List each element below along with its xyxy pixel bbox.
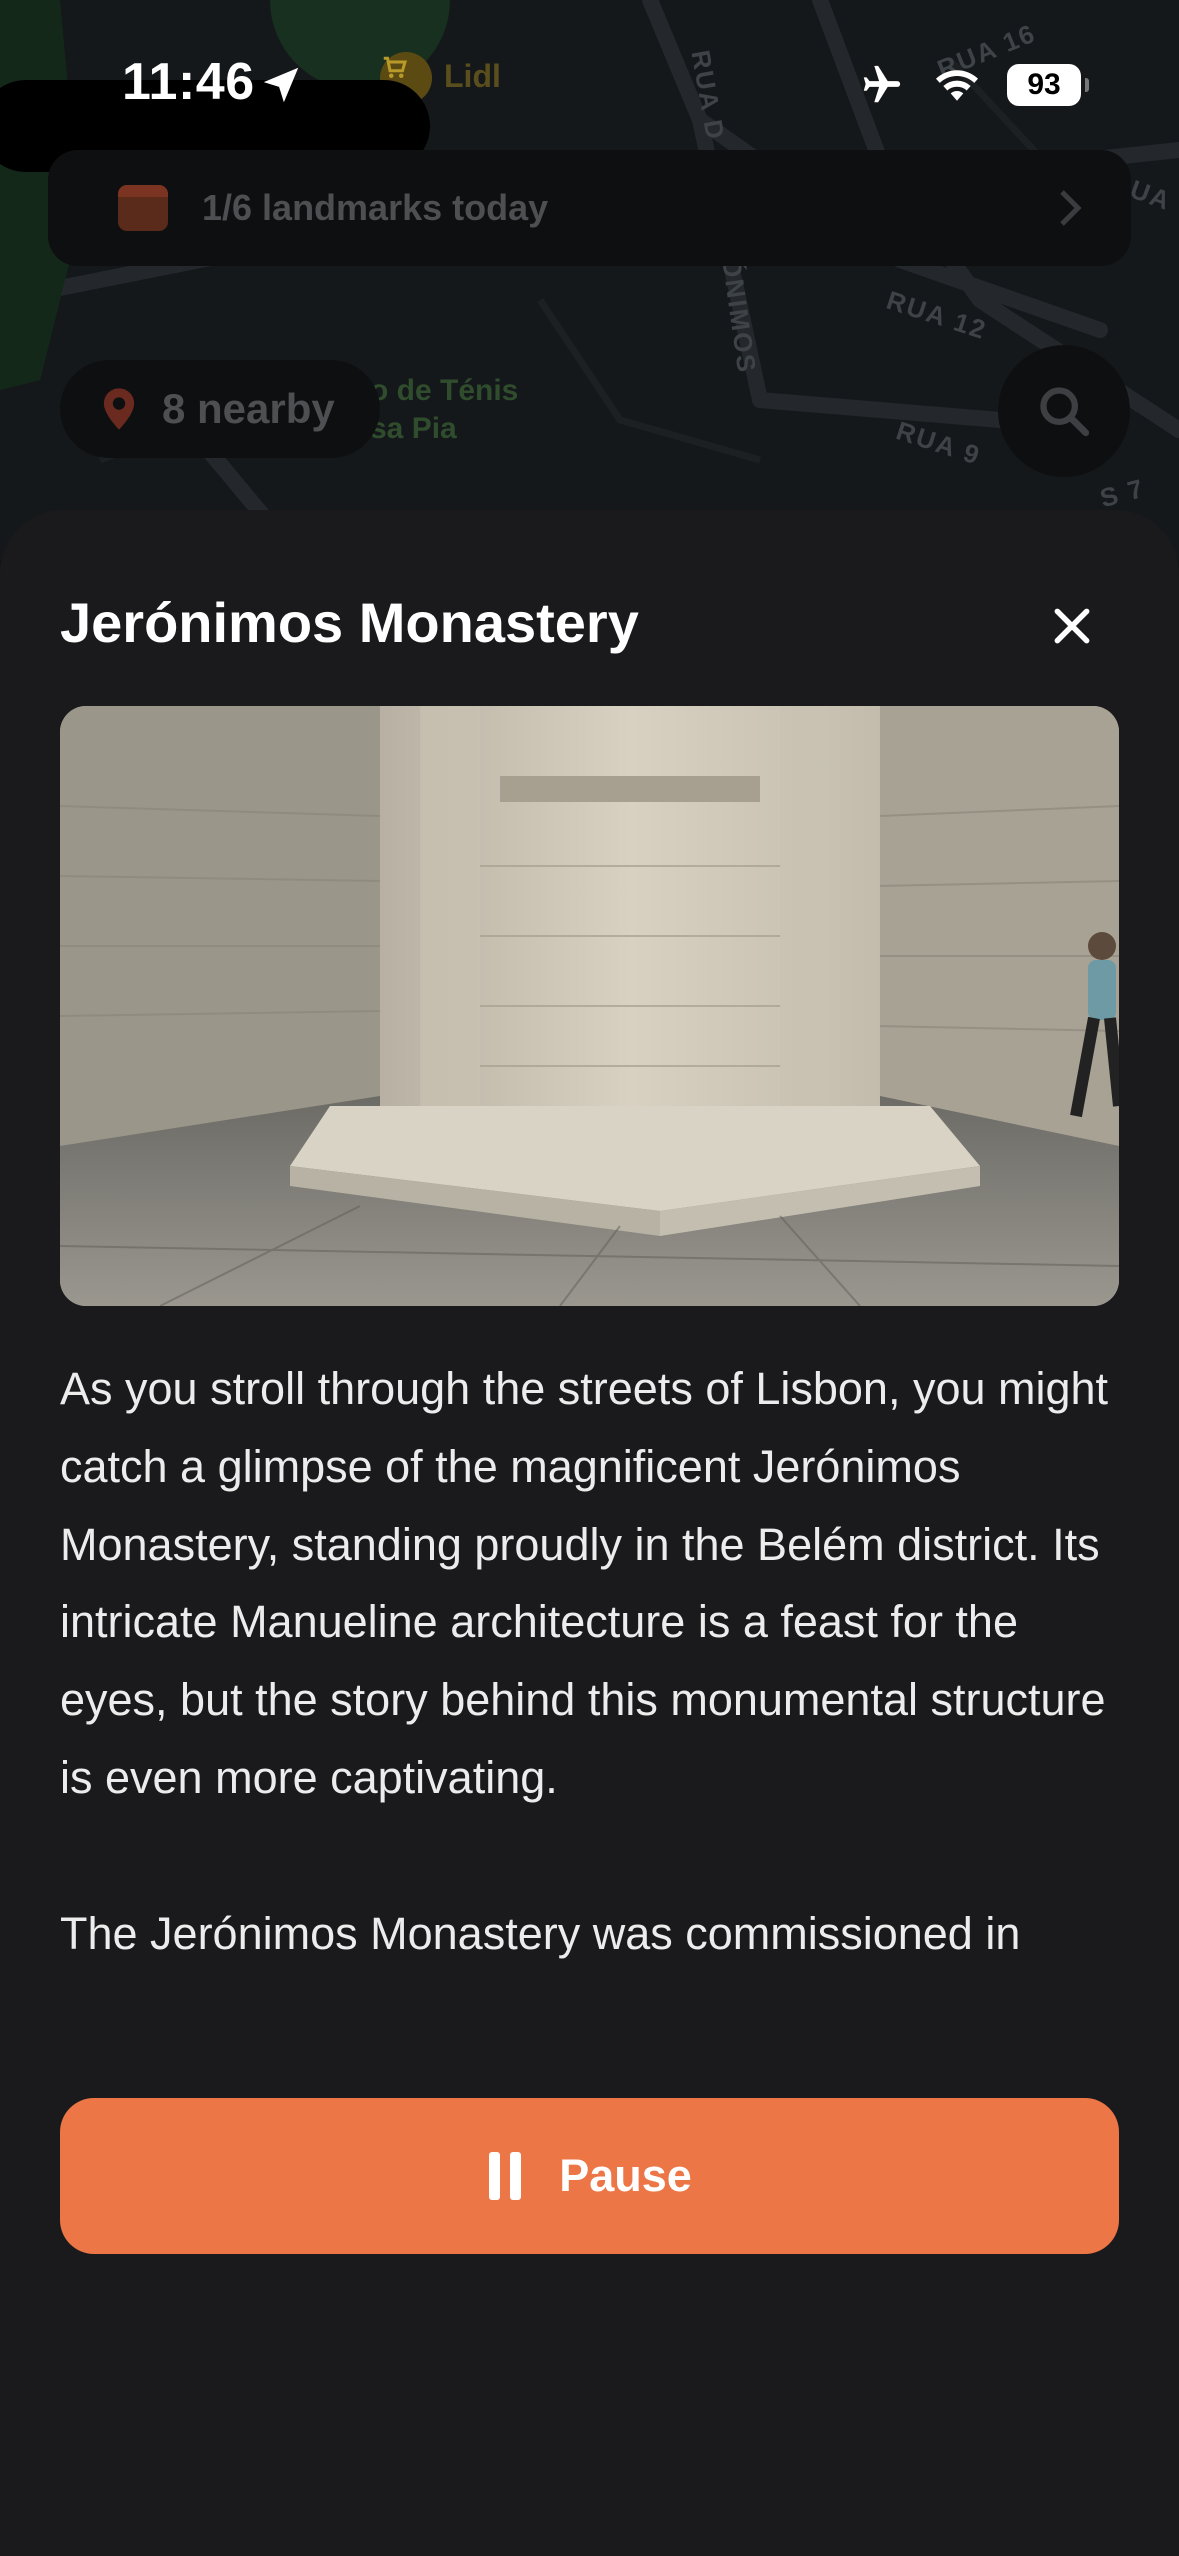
status-icons: 93	[855, 62, 1089, 108]
monastery-cloister-image	[60, 706, 1119, 1306]
nearby-button[interactable]: 8 nearby	[60, 360, 380, 458]
pause-icon	[489, 2152, 522, 2200]
search-icon	[1040, 387, 1090, 437]
close-icon	[1054, 608, 1090, 644]
landmark-photo	[60, 706, 1119, 1306]
wifi-icon	[936, 70, 978, 101]
poi-label-tennis: o de Ténis	[370, 374, 519, 407]
poi-label-tennis-2: sa Pia	[370, 412, 457, 445]
pause-button[interactable]: Pause	[60, 2098, 1119, 2254]
location-arrow-icon	[263, 67, 299, 103]
landmarks-progress-bar[interactable]: 1/6 landmarks today	[48, 150, 1131, 266]
chevron-right-icon	[1060, 190, 1082, 226]
description-paragraph: The Jerónimos Monastery was commissioned…	[60, 1907, 1021, 1959]
close-button[interactable]	[1040, 594, 1104, 658]
sheet-title: Jerónimos Monastery	[60, 591, 639, 654]
landmark-sheet: Jerónimos Monastery As you stroll throug…	[0, 510, 1179, 2556]
battery-icon: 93	[1007, 64, 1089, 106]
map-pin-icon	[103, 388, 135, 430]
pause-label: Pause	[559, 2150, 692, 2201]
landmark-description: As you stroll through the streets of Lis…	[60, 1350, 1119, 2030]
status-time: 11:46	[122, 53, 255, 111]
landmarks-progress-label: 1/6 landmarks today	[202, 187, 549, 228]
description-paragraph: As you stroll through the streets of Lis…	[60, 1363, 1109, 1803]
calendar-icon	[118, 185, 168, 231]
nearby-label: 8 nearby	[162, 385, 335, 432]
search-button[interactable]	[998, 345, 1130, 477]
status-bar: 11:46 93	[0, 0, 1179, 170]
airplane-icon	[863, 65, 901, 103]
